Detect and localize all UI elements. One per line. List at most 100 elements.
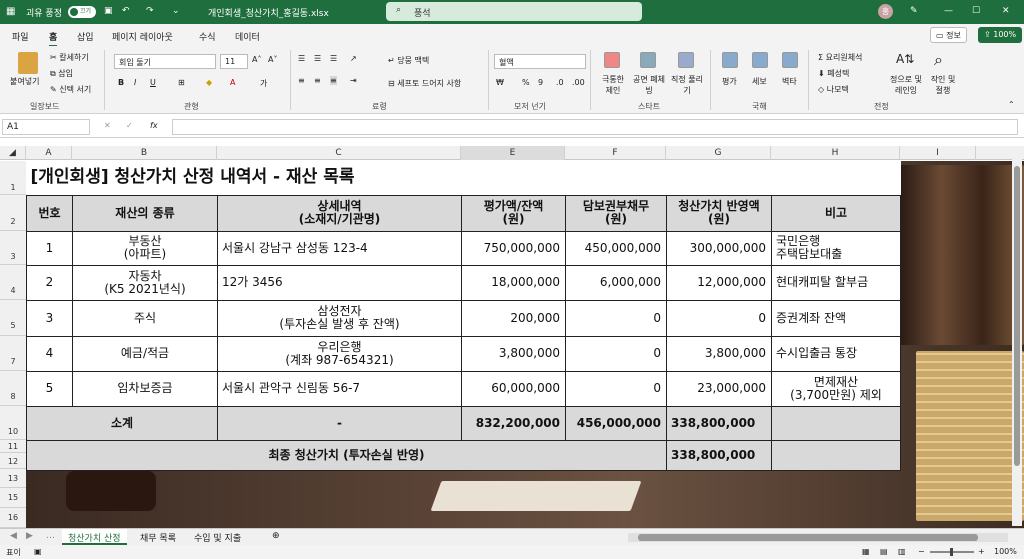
align-left-icon[interactable]: ≡ xyxy=(298,76,305,85)
autosum-button[interactable]: Σ 요리원체석 xyxy=(818,52,862,63)
row-header[interactable]: 12 xyxy=(0,453,26,469)
row-header[interactable]: 5 xyxy=(0,300,26,336)
cell-value[interactable]: 200,000 xyxy=(461,299,566,337)
wrap-text-button[interactable]: ↵ 당뭉 맥텍 xyxy=(388,55,429,66)
close-icon[interactable]: ✕ xyxy=(1002,6,1010,16)
autosave-toggle[interactable]: 끄기 xyxy=(68,6,96,18)
sheet-tab-liquidation[interactable]: 청산가치 산정 xyxy=(62,529,127,545)
decrease-decimal-icon[interactable]: .00 xyxy=(572,78,585,87)
delete-cells-icon[interactable] xyxy=(752,52,768,68)
conditional-format-icon[interactable] xyxy=(604,52,620,68)
delete-cells-button[interactable]: 세보 xyxy=(752,76,767,87)
font-size-select[interactable]: 11 xyxy=(220,54,248,69)
row-header[interactable]: 4 xyxy=(0,265,26,300)
cell-no[interactable]: 4 xyxy=(26,335,73,372)
vertical-scrollbar[interactable] xyxy=(1012,156,1022,526)
italic-icon[interactable]: I xyxy=(134,78,136,87)
cell-liquidation[interactable]: 3,800,000 xyxy=(666,335,772,372)
cell-detail[interactable]: 삼성전자 (투자손실 발생 후 잔액) xyxy=(217,299,462,337)
currency-icon[interactable]: ₩ xyxy=(496,78,504,87)
save-icon[interactable]: ▣ xyxy=(104,6,113,16)
final-liquidation[interactable]: 338,800,000 xyxy=(666,439,772,471)
add-sheet-icon[interactable]: ⊕ xyxy=(266,529,286,545)
cell-type[interactable]: 예금/적금 xyxy=(72,335,218,372)
menu-page-layout[interactable]: 페이지 레이아웃 xyxy=(112,30,173,43)
fill-button[interactable]: ⬇ 폐성텍 xyxy=(818,68,849,79)
comma-icon[interactable]: 9 xyxy=(538,78,543,87)
underline-icon[interactable]: U xyxy=(150,78,156,87)
insert-cells-button[interactable]: 평가 xyxy=(722,76,737,87)
font-name-select[interactable]: 회입 둘기 xyxy=(114,54,216,69)
cell-type[interactable]: 부동산 (아파트) xyxy=(72,230,218,266)
share-button[interactable]: ⇪ 100% xyxy=(978,27,1023,43)
column-header[interactable]: E xyxy=(461,146,565,160)
collapse-ribbon-icon[interactable]: ⌃ xyxy=(1008,100,1015,109)
cell-value[interactable]: 18,000,000 xyxy=(461,264,566,301)
customize-icon[interactable]: ⌄ xyxy=(172,6,180,16)
memo-button[interactable]: ▭ 정보 xyxy=(930,27,967,43)
name-box[interactable]: A1 xyxy=(2,119,90,135)
cell-styles-icon[interactable] xyxy=(678,52,694,68)
column-header[interactable]: C xyxy=(217,146,461,160)
cell-no[interactable]: 3 xyxy=(26,299,73,337)
fill-color-icon[interactable]: ◆ xyxy=(206,78,212,87)
accessibility-icon[interactable]: ▣ xyxy=(34,547,42,556)
cell-value[interactable]: 750,000,000 xyxy=(461,230,566,266)
sheet-tab-debts[interactable]: 채무 목록 xyxy=(134,529,182,545)
paste-icon[interactable] xyxy=(18,52,38,74)
undo-icon[interactable]: ↶ xyxy=(122,6,130,16)
align-center-icon[interactable]: ≡ xyxy=(314,76,321,85)
row-header[interactable]: 3 xyxy=(0,231,26,265)
cell-type[interactable]: 임차보증금 xyxy=(72,370,218,407)
format-painter-button[interactable]: ✎ 신텍 서기 xyxy=(50,84,91,95)
conditional-format-button[interactable]: 극통한 제인 xyxy=(598,74,628,96)
zoom-in-icon[interactable]: + xyxy=(978,547,985,556)
cell-debt[interactable]: 0 xyxy=(565,335,667,372)
row-header[interactable]: 7 xyxy=(0,336,26,371)
cell-liquidation[interactable]: 12,000,000 xyxy=(666,264,772,301)
menu-file[interactable]: 파일 xyxy=(12,30,29,43)
subtotal-label[interactable]: 소계 xyxy=(26,405,218,441)
zoom-level[interactable]: 100% xyxy=(994,547,1017,556)
shrink-font-icon[interactable]: A˅ xyxy=(268,55,277,64)
subtotal-debt[interactable]: 456,000,000 xyxy=(565,405,667,441)
header-liquidation[interactable]: 청산가치 반영액 (원) xyxy=(666,194,772,232)
row-header[interactable]: 8 xyxy=(0,371,26,406)
row-header[interactable]: 13 xyxy=(0,469,26,488)
cell-debt[interactable]: 0 xyxy=(565,299,667,337)
sort-filter-button[interactable]: 정으로 및 레인잉 xyxy=(886,74,926,96)
cell-note[interactable]: 현대캐피탈 할부금 xyxy=(771,264,901,301)
enter-icon[interactable]: ✓ xyxy=(126,121,133,130)
cell-note[interactable]: 증권계좌 잔액 xyxy=(771,299,901,337)
cell-detail[interactable]: 12가 3456 xyxy=(217,264,462,301)
column-header[interactable]: A xyxy=(26,146,72,160)
insert-function-icon[interactable]: fx xyxy=(150,121,158,130)
subtotal-detail[interactable]: - xyxy=(217,405,462,441)
format-cells-icon[interactable] xyxy=(782,52,798,68)
header-note[interactable]: 비고 xyxy=(771,194,901,232)
maximize-icon[interactable]: ☐ xyxy=(972,6,980,16)
cell-debt[interactable]: 0 xyxy=(565,370,667,407)
vertical-scroll-thumb[interactable] xyxy=(1014,166,1020,466)
grow-font-icon[interactable]: A˄ xyxy=(252,55,261,64)
cell-note[interactable]: 국민은행 주택담보대출 xyxy=(771,230,901,266)
find-select-button[interactable]: 작인 및 절챙 xyxy=(926,74,960,96)
align-bottom-icon[interactable]: ☰ xyxy=(330,54,337,63)
format-table-icon[interactable] xyxy=(640,52,656,68)
indent-icon[interactable]: ⇥ xyxy=(350,76,357,85)
normal-view-icon[interactable]: ▦ xyxy=(862,547,870,556)
bold-icon[interactable]: B xyxy=(118,78,124,87)
cell-debt[interactable]: 6,000,000 xyxy=(565,264,667,301)
border-icon[interactable]: ⊞ xyxy=(178,78,185,87)
phonetic-icon[interactable]: 가 xyxy=(260,78,267,89)
format-table-button[interactable]: 공면 폐체 빙 xyxy=(632,74,666,96)
row-header[interactable]: 2 xyxy=(0,195,26,231)
menu-formulas[interactable]: 수식 xyxy=(199,30,216,43)
redo-icon[interactable]: ↷ xyxy=(146,6,154,16)
cell-detail[interactable]: 우리은행 (계좌 987-654321) xyxy=(217,335,462,372)
number-format-select[interactable]: 혈액 xyxy=(494,54,586,69)
align-top-icon[interactable]: ☰ xyxy=(298,54,305,63)
select-all-corner[interactable]: ◢ xyxy=(0,146,26,160)
cell-liquidation[interactable]: 23,000,000 xyxy=(666,370,772,407)
column-header[interactable]: H xyxy=(771,146,900,160)
